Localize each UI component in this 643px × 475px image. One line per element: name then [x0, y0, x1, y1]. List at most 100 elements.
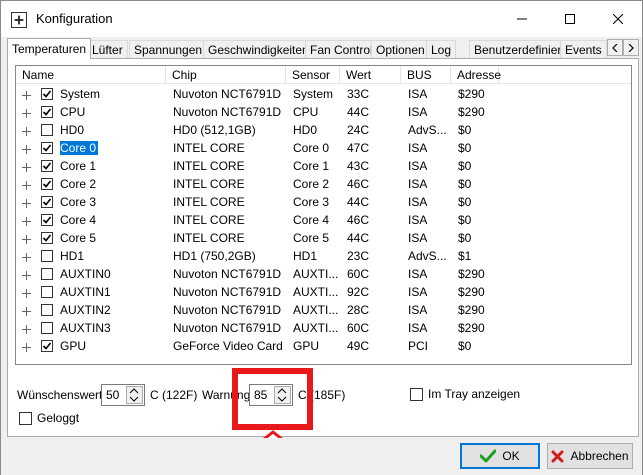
- expand-plus-icon[interactable]: [22, 305, 31, 316]
- row-checkbox[interactable]: [41, 250, 53, 262]
- checkmark-icon: [42, 342, 52, 350]
- row-checkbox[interactable]: [41, 340, 53, 352]
- cell-name: HD0: [60, 123, 85, 137]
- title-bar[interactable]: Konfiguration: [1, 1, 642, 37]
- konfiguration-window: Konfiguration Temperaturen Lüfter Spannu…: [0, 0, 643, 475]
- expand-plus-icon[interactable]: [22, 197, 31, 208]
- row-checkbox[interactable]: [41, 196, 53, 208]
- expand-plus-icon[interactable]: [22, 143, 31, 154]
- minimize-button[interactable]: [499, 1, 545, 37]
- cell-chip: INTEL CORE: [173, 231, 245, 245]
- expand-plus-icon[interactable]: [22, 323, 31, 334]
- cell-name: AUXTIN3: [60, 321, 111, 335]
- table-row[interactable]: Core 4 INTEL CORE Core 4 46C ISA $0: [16, 211, 631, 229]
- tab-geschwindigkeiten[interactable]: Geschwindigkeiten: [203, 40, 314, 59]
- cell-wert: 23C: [347, 249, 370, 263]
- expand-plus-icon[interactable]: [22, 269, 31, 280]
- cell-wert: 46C: [347, 213, 370, 227]
- tab-scroll-left-button[interactable]: [607, 39, 623, 56]
- row-checkbox[interactable]: [41, 124, 53, 136]
- table-row[interactable]: System Nuvoton NCT6791D System 33C ISA $290: [16, 85, 631, 103]
- table-row[interactable]: Core 5 INTEL CORE Core 5 44C ISA $0: [16, 229, 631, 247]
- row-checkbox[interactable]: [41, 178, 53, 190]
- tab-lufter[interactable]: Lüfter: [87, 40, 128, 59]
- row-checkbox[interactable]: [41, 322, 53, 334]
- expand-plus-icon[interactable]: [22, 287, 31, 298]
- cell-sensor: Core 0: [293, 141, 330, 155]
- checkmark-icon: [42, 144, 52, 152]
- checkmark-icon: [42, 90, 52, 98]
- row-checkbox[interactable]: [41, 232, 53, 244]
- close-button[interactable]: [595, 1, 641, 37]
- cell-chip: HD0 (512,1GB): [173, 123, 256, 137]
- expand-plus-icon[interactable]: [22, 215, 31, 226]
- table-row[interactable]: AUXTIN0 Nuvoton NCT6791D AUXTI... 60C ISA $29…: [16, 265, 631, 283]
- column-header-sensor[interactable]: Sensor: [286, 66, 340, 84]
- tab-benutzerdefiniert[interactable]: Benutzerdefiniert: [469, 40, 570, 59]
- cell-sensor: HD0: [293, 123, 318, 137]
- expand-plus-icon[interactable]: [22, 179, 31, 190]
- row-checkbox[interactable]: [41, 142, 53, 154]
- wunschenswert-value: 50: [106, 388, 120, 402]
- expand-plus-icon[interactable]: [22, 125, 31, 136]
- column-header-chip[interactable]: Chip: [166, 66, 286, 84]
- geloggt-checkbox[interactable]: [19, 412, 32, 425]
- expand-plus-icon[interactable]: [22, 89, 31, 100]
- fan-app-icon: [11, 12, 27, 28]
- cell-wert: 28C: [347, 303, 370, 317]
- table-row[interactable]: CPU Nuvoton NCT6791D CPU 44C ISA $290: [16, 103, 631, 121]
- spin-arrows-icon[interactable]: [126, 386, 143, 404]
- expand-plus-icon[interactable]: [22, 233, 31, 244]
- im-tray-anzeigen-checkbox[interactable]: [410, 388, 423, 401]
- ok-button[interactable]: OK: [460, 443, 540, 469]
- row-checkbox[interactable]: [41, 268, 53, 280]
- tab-log[interactable]: Log: [426, 40, 457, 59]
- table-row[interactable]: GPU GeForce Video Card GPU 49C PCI $0: [16, 337, 631, 355]
- table-row[interactable]: Core 0 INTEL CORE Core 0 47C ISA $0: [16, 139, 631, 157]
- cell-name: Core 4: [60, 213, 97, 227]
- tab-temperaturen[interactable]: Temperaturen: [7, 38, 92, 59]
- expand-plus-icon[interactable]: [22, 107, 31, 118]
- table-row[interactable]: AUXTIN1 Nuvoton NCT6791D AUXTI... 92C ISA $29…: [16, 283, 631, 301]
- tab-optionen[interactable]: Optionen: [371, 40, 430, 59]
- wunschenswert-spinner[interactable]: 50: [101, 384, 145, 406]
- cell-bus: ISA: [408, 285, 428, 299]
- cell-chip: INTEL CORE: [173, 159, 245, 173]
- expand-plus-icon[interactable]: [22, 341, 31, 352]
- column-header-adresse[interactable]: Adresse: [451, 66, 501, 84]
- table-row[interactable]: Core 3 INTEL CORE Core 3 44C ISA $0: [16, 193, 631, 211]
- table-row[interactable]: HD1 HD1 (750,2GB) HD1 23C AdvS... $1: [16, 247, 631, 265]
- tab-spannungen[interactable]: Spannungen: [129, 40, 208, 59]
- im-tray-anzeigen-label: Im Tray anzeigen: [428, 387, 521, 401]
- table-row[interactable]: Core 2 INTEL CORE Core 2 46C ISA $0: [16, 175, 631, 193]
- maximize-button[interactable]: [547, 1, 593, 37]
- abbrechen-button[interactable]: Abbrechen: [547, 443, 633, 469]
- table-row[interactable]: HD0 HD0 (512,1GB) HD0 24C AdvS... $0: [16, 121, 631, 139]
- column-header-wert[interactable]: Wert: [340, 66, 401, 84]
- tab-fan-control[interactable]: Fan Control: [305, 40, 378, 59]
- row-checkbox[interactable]: [41, 286, 53, 298]
- table-row[interactable]: Core 1 INTEL CORE Core 1 43C ISA $0: [16, 157, 631, 175]
- sensor-table[interactable]: Name Chip Sensor Wert BUS Adresse System…: [15, 65, 632, 365]
- cell-bus: AdvS...: [408, 249, 447, 263]
- table-row[interactable]: AUXTIN3 Nuvoton NCT6791D AUXTI... 60C ISA $29…: [16, 319, 631, 337]
- row-checkbox[interactable]: [41, 214, 53, 226]
- expand-plus-icon[interactable]: [22, 251, 31, 262]
- tab-events[interactable]: Events: [560, 40, 607, 59]
- selected-name: Core 0: [60, 141, 99, 155]
- expand-plus-icon[interactable]: [22, 161, 31, 172]
- temperaturen-panel: Name Chip Sensor Wert BUS Adresse System…: [7, 58, 639, 437]
- cell-name: Core 3: [60, 195, 97, 209]
- row-checkbox[interactable]: [41, 88, 53, 100]
- column-header-bus[interactable]: BUS: [401, 66, 451, 84]
- tab-scroll-right-button[interactable]: [623, 39, 639, 56]
- cell-adresse: $0: [458, 141, 472, 155]
- row-checkbox[interactable]: [41, 160, 53, 172]
- row-checkbox[interactable]: [41, 304, 53, 316]
- window-title: Konfiguration: [36, 11, 113, 26]
- cell-sensor: Core 2: [293, 177, 330, 191]
- column-header-name[interactable]: Name: [16, 66, 166, 84]
- row-checkbox[interactable]: [41, 106, 53, 118]
- table-row[interactable]: AUXTIN2 Nuvoton NCT6791D AUXTI... 28C ISA $29…: [16, 301, 631, 319]
- cell-sensor: System: [293, 87, 334, 101]
